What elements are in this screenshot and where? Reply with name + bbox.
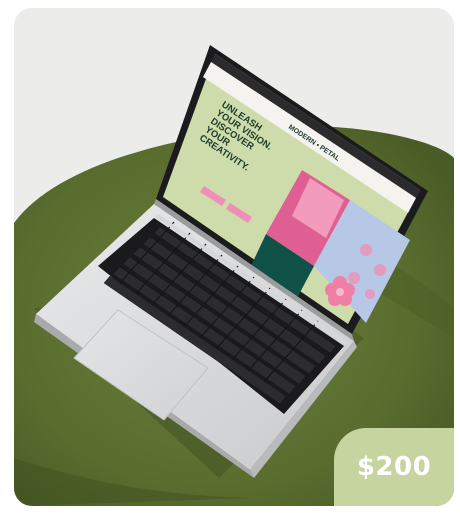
product-card[interactable]: UNLEASH YOUR VISION. DISCOVER YOUR CREAT… [14,8,454,506]
price-badge: $200 [334,428,454,506]
price-label: $200 [356,452,432,482]
